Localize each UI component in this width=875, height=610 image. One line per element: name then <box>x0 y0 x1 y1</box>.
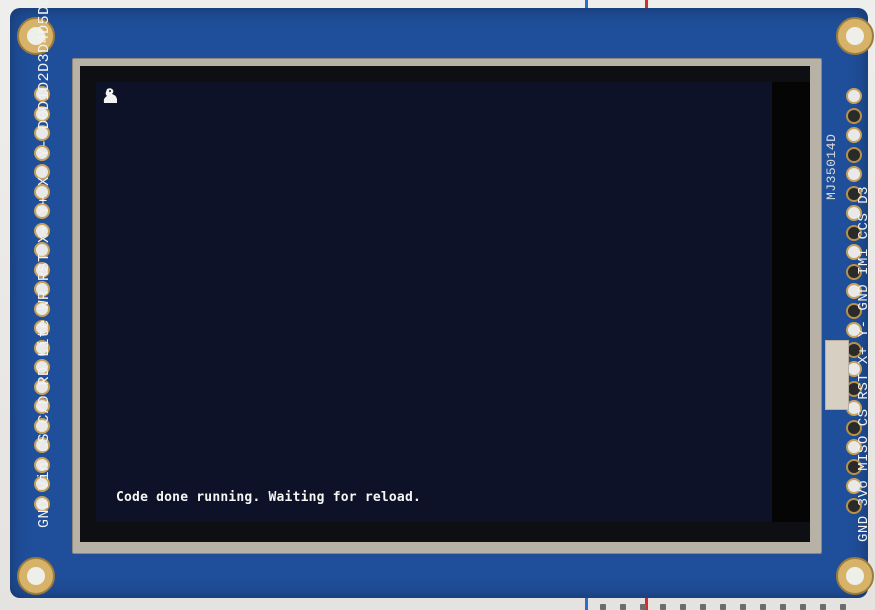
breadboard-hole <box>840 604 846 610</box>
left-pin-labels: GND Vin CS C/D RD Lite WR RST X+ Y+ X- Y… <box>36 0 53 528</box>
header-pin <box>846 107 862 124</box>
status-message: Code done running. Waiting for reload. <box>116 490 422 505</box>
flex-cable-tab <box>825 340 849 410</box>
header-pin <box>846 127 862 143</box>
breadboard-hole <box>720 604 726 610</box>
breadboard-hole <box>740 604 746 610</box>
lcd-screen <box>96 82 772 522</box>
header-pin <box>846 88 862 104</box>
breadboard-hole <box>660 604 666 610</box>
mounting-hole-bottom-right <box>836 557 874 595</box>
display-model-silk: MJ35014D <box>824 133 839 200</box>
breadboard-hole <box>780 604 786 610</box>
breadboard-hole <box>820 604 826 610</box>
mounting-hole-bottom-left <box>17 557 55 595</box>
lcd-inactive-edge <box>772 82 810 522</box>
breadboard-hole <box>620 604 626 610</box>
breadboard-hole <box>640 604 646 610</box>
breadboard-hole <box>760 604 766 610</box>
header-pin <box>846 166 862 182</box>
right-pin-labels: GND 3Vo MISO CS RST X+ Y- GND IM1 CCS D3 <box>856 185 872 542</box>
mounting-hole-top-right <box>836 17 874 55</box>
breadboard-hole <box>600 604 606 610</box>
header-pin <box>846 146 862 163</box>
breadboard-hole <box>700 604 706 610</box>
breadboard-hole <box>800 604 806 610</box>
blinka-icon <box>103 88 117 103</box>
breadboard-hole <box>680 604 686 610</box>
